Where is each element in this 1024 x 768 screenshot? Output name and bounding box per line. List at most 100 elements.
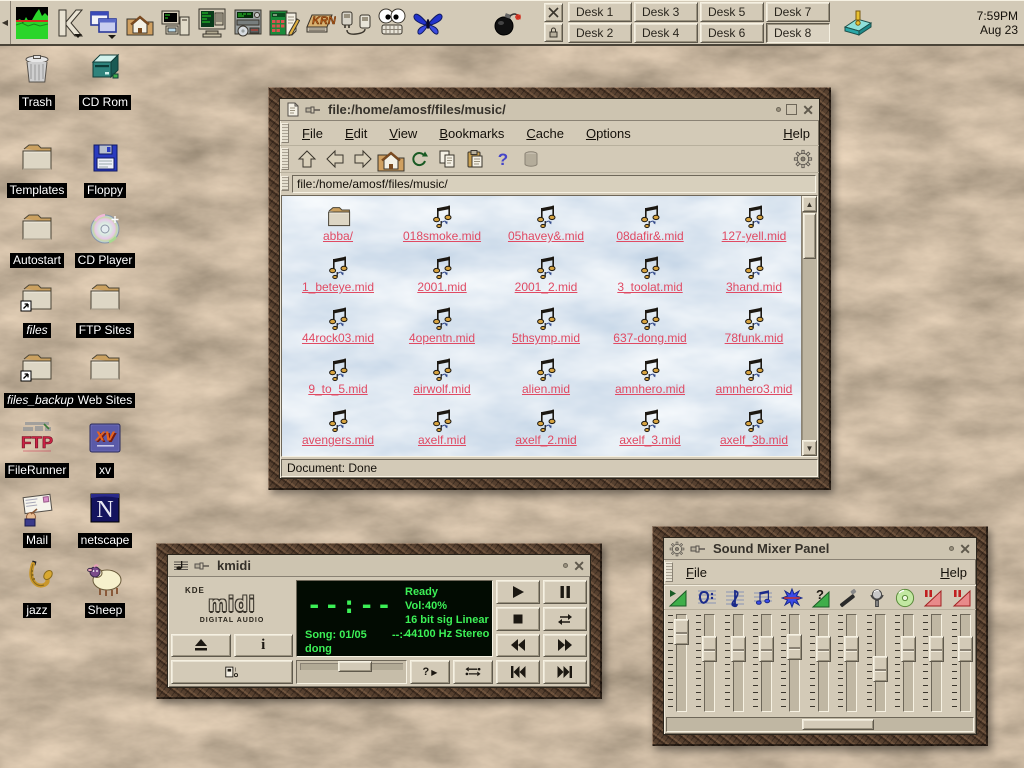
eject-button[interactable]	[171, 634, 231, 658]
menubar-grip[interactable]	[281, 123, 289, 143]
vertical-scrollbar[interactable]: ▲ ▼	[801, 196, 817, 456]
window-list-button[interactable]	[86, 4, 122, 42]
desktop-icon-ftp-sites[interactable]: FTP Sites	[72, 278, 138, 338]
desktop-icon-autostart[interactable]: Autostart	[4, 208, 70, 268]
media-player-button[interactable]	[230, 4, 266, 42]
slider-handle[interactable]	[901, 636, 916, 662]
forward-button[interactable]	[351, 148, 375, 171]
desk-button-desk-2[interactable]: Desk 2	[568, 23, 632, 43]
loop-button[interactable]	[543, 607, 587, 631]
up-button[interactable]	[295, 148, 319, 171]
system-load-button[interactable]	[14, 4, 50, 42]
slider-handle[interactable]	[929, 636, 944, 662]
close-icon[interactable]: ✕	[802, 103, 814, 117]
desktop-icon-cd-player[interactable]: CD Player	[72, 208, 138, 268]
scroll-up-icon[interactable]: ▲	[802, 196, 817, 212]
file-05havey-mid[interactable]: 05havey&.mid	[495, 203, 597, 243]
slider-handle[interactable]	[674, 619, 689, 645]
desktop-icon-files-backup[interactable]: files_backup	[4, 348, 70, 408]
copy-button[interactable]	[435, 148, 459, 171]
desktop-icon-netscape[interactable]: Nnetscape	[72, 488, 138, 548]
patch-button[interactable]	[453, 660, 493, 684]
file-08dafir-mid[interactable]: 08dafir&.mid	[599, 203, 701, 243]
stop-button[interactable]	[496, 607, 540, 631]
file-airwolf-mid[interactable]: airwolf.mid	[391, 356, 493, 396]
file-018smoke-mid[interactable]: 018smoke.mid	[391, 203, 493, 243]
file-78funk-mid[interactable]: 78funk.mid	[703, 305, 801, 345]
play-button[interactable]	[496, 580, 540, 604]
desktop-icon-cd-rom[interactable]: CD Rom	[72, 50, 138, 110]
slider-handle[interactable]	[338, 661, 372, 672]
file-amnhero3-mid[interactable]: amnhero3.mid	[703, 356, 801, 396]
slider-handle[interactable]	[873, 656, 888, 682]
help-plus-button[interactable]: ?▶	[410, 660, 450, 684]
slider-track[interactable]	[875, 614, 886, 712]
slider-handle[interactable]	[759, 636, 774, 662]
info-button[interactable]: i	[234, 634, 294, 658]
menu-view[interactable]: View	[378, 126, 428, 141]
file-3hand-mid[interactable]: 3hand.mid	[703, 254, 801, 294]
rewind-button[interactable]	[496, 634, 540, 658]
slider-handle[interactable]	[816, 636, 831, 662]
slider-track[interactable]	[931, 614, 942, 712]
menu-options[interactable]: Options	[575, 126, 642, 141]
file-axelf-mid[interactable]: axelf.mid	[391, 407, 493, 447]
sticky-pin-icon[interactable]	[690, 543, 706, 555]
slider-handle[interactable]	[787, 634, 802, 660]
slider-track[interactable]	[960, 614, 971, 712]
output-select-button[interactable]: I	[171, 660, 293, 684]
slider-handle[interactable]	[958, 636, 973, 662]
help-button[interactable]	[838, 7, 878, 39]
desktop-icon-xv[interactable]: xvxvxv	[72, 418, 138, 478]
file-amnhero-mid[interactable]: amnhero.mid	[599, 356, 701, 396]
file-1-beteye-mid[interactable]: 1_beteye.mid	[287, 254, 389, 294]
menu-edit[interactable]: Edit	[334, 126, 378, 141]
menu-bookmarks[interactable]: Bookmarks	[428, 126, 515, 141]
close-icon[interactable]: ✕	[959, 542, 971, 556]
previous-button[interactable]	[496, 660, 540, 684]
synth-channel-icon[interactable]	[749, 587, 777, 609]
panel-hide-arrow[interactable]: ◀	[0, 1, 11, 44]
menu-cache[interactable]: Cache	[515, 126, 575, 141]
file-axelf-3b-mid[interactable]: axelf_3b.mid	[703, 407, 801, 447]
minimize-icon[interactable]	[949, 546, 954, 551]
desktop-icon-floppy[interactable]: Floppy	[72, 138, 138, 198]
reload-button[interactable]	[407, 148, 431, 171]
horizontal-scrollbar[interactable]	[666, 717, 974, 732]
file-2001-mid[interactable]: 2001.mid	[391, 254, 493, 294]
next-button[interactable]	[543, 660, 587, 684]
slider-track[interactable]	[704, 614, 715, 712]
dialup-connect-button[interactable]	[338, 4, 374, 42]
unknown-channel-icon[interactable]: ?	[806, 587, 834, 609]
bass-channel-icon[interactable]	[692, 587, 720, 609]
desk-button-desk-4[interactable]: Desk 4	[634, 23, 698, 43]
home-button[interactable]	[379, 148, 403, 171]
desktop-icon-templates[interactable]: Templates	[4, 138, 70, 198]
maximize-icon[interactable]	[786, 104, 797, 115]
file-axelf-3-mid[interactable]: axelf_3.mid	[599, 407, 701, 447]
desktop-icon-web-sites[interactable]: Web Sites	[72, 348, 138, 408]
home-directory-button[interactable]	[122, 4, 158, 42]
panel-clock[interactable]: 7:59PM Aug 23	[977, 9, 1018, 37]
close-icon[interactable]: ✕	[573, 559, 585, 573]
stop-button[interactable]	[519, 148, 543, 171]
gear-button[interactable]	[791, 148, 815, 171]
minimize-icon[interactable]	[776, 107, 781, 112]
file-9-to-5-mid[interactable]: 9_to_5.mid	[287, 356, 389, 396]
terminal-button[interactable]	[158, 4, 194, 42]
mic-channel-icon[interactable]	[863, 587, 891, 609]
mixer-titlebar[interactable]: Sound Mixer Panel ✕	[664, 538, 976, 560]
desk-button-desk-7[interactable]: Desk 7	[766, 2, 830, 22]
desk-button-desk-1[interactable]: Desk 1	[568, 2, 632, 22]
slider-track[interactable]	[903, 614, 914, 712]
eyes-button[interactable]	[374, 4, 410, 42]
logout-bomb-button[interactable]	[490, 4, 526, 42]
desk-button-desk-6[interactable]: Desk 6	[700, 23, 764, 43]
position-slider[interactable]	[296, 660, 407, 684]
location-input[interactable]: file:/home/amosf/files/music/	[292, 175, 816, 193]
locationbar-grip[interactable]	[281, 176, 289, 191]
slider-handle[interactable]	[731, 636, 746, 662]
menubar-grip[interactable]	[665, 562, 673, 582]
filemanager-titlebar[interactable]: file:/home/amosf/files/music/ ✕	[280, 99, 819, 121]
menu-help[interactable]: Help	[931, 565, 976, 580]
